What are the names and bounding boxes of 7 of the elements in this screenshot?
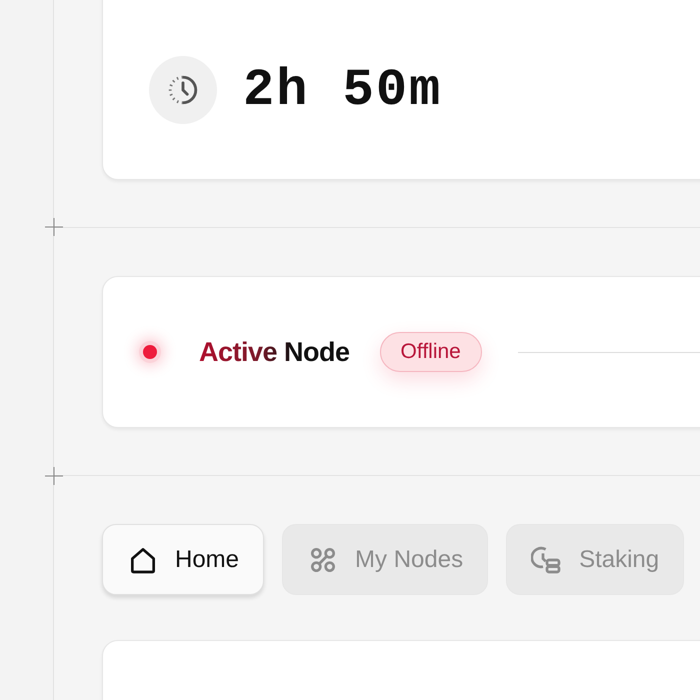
nav-tab[interactable]: Home [102, 524, 264, 595]
crosshair-mark [45, 467, 63, 485]
nav-tab[interactable]: My Nodes [282, 524, 488, 595]
nav-tab[interactable]: Staking [506, 524, 684, 595]
timer-value: 2h 50m [243, 60, 442, 120]
crosshair-mark [45, 218, 63, 236]
status-badge: Offline [380, 332, 482, 372]
